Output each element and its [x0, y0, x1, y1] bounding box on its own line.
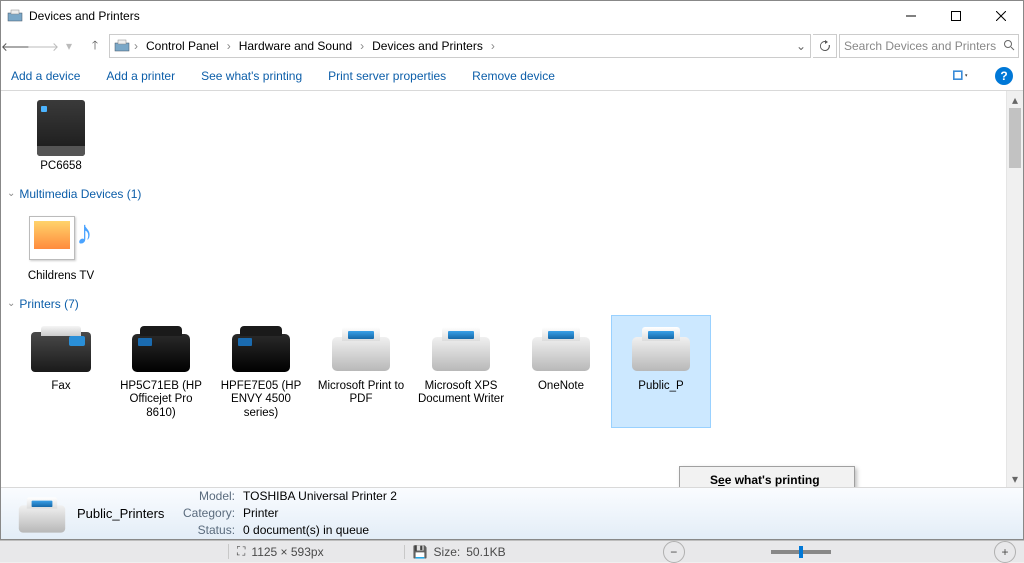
printer-icon: [632, 337, 690, 371]
media-device-icon: ♪: [29, 210, 93, 266]
printer-label: OneNote: [514, 380, 608, 394]
minimize-button[interactable]: [888, 1, 933, 31]
printer-item-fax[interactable]: Fax: [11, 315, 111, 428]
chevron-right-icon[interactable]: ›: [360, 39, 364, 53]
close-button[interactable]: [978, 1, 1023, 31]
printer-icon: [332, 337, 390, 371]
toolbar: Add a device Add a printer See what's pr…: [1, 61, 1023, 91]
up-button[interactable]: 🡑: [83, 34, 107, 58]
chevron-right-icon[interactable]: ›: [491, 39, 495, 53]
printer-icon: [432, 337, 490, 371]
printer-label: Fax: [14, 380, 108, 394]
chevron-right-icon[interactable]: ›: [134, 39, 138, 53]
details-name: Public_Printers: [77, 506, 167, 521]
breadcrumb-segment[interactable]: Control Panel: [142, 37, 223, 55]
scrollbar-thumb[interactable]: [1009, 108, 1021, 168]
details-table: Model:TOSHIBA Universal Printer 2 Catego…: [181, 487, 405, 540]
device-item[interactable]: PC6658: [11, 95, 111, 181]
printer-label: HPFE7E05 (HP ENVY 4500 series): [214, 380, 308, 421]
printer-item[interactable]: HPFE7E05 (HP ENVY 4500 series): [211, 315, 311, 428]
host-taskbar: ⛶1125 × 593px 💾Size: 50.1KB − +: [0, 540, 1024, 562]
details-model: TOSHIBA Universal Printer 2: [243, 489, 403, 504]
chevron-down-icon: ⌄: [7, 188, 15, 199]
see-whats-printing-button[interactable]: See what's printing: [201, 69, 302, 83]
window: Devices and Printers 🡐 🡒 ▾ 🡑 › Control P…: [0, 0, 1024, 540]
group-header-printers[interactable]: ⌄ Printers (7): [7, 297, 996, 311]
vertical-scrollbar[interactable]: ▴ ▾: [1006, 91, 1023, 487]
device-item[interactable]: ♪ Childrens TV: [11, 205, 111, 291]
printer-icon: [132, 334, 190, 372]
printer-label: Microsoft XPS Document Writer: [414, 380, 508, 408]
chevron-down-icon: ⌄: [7, 298, 15, 309]
printer-item[interactable]: HP5C71EB (HP Officejet Pro 8610): [111, 315, 211, 428]
add-printer-button[interactable]: Add a printer: [106, 69, 175, 83]
printer-label: Public_P: [614, 380, 708, 394]
taskbar-dimensions: ⛶1125 × 593px: [228, 544, 324, 559]
zoom-in-button[interactable]: +: [994, 541, 1016, 563]
taskbar-size: 💾Size: 50.1KB: [404, 545, 506, 559]
help-button[interactable]: ?: [995, 67, 1013, 85]
printer-icon: [232, 334, 290, 372]
content-area: PC6658 ⌄ Multimedia Devices (1) ♪ Childr…: [1, 91, 1023, 487]
group-header-multimedia[interactable]: ⌄ Multimedia Devices (1): [7, 187, 996, 201]
breadcrumb[interactable]: › Control Panel › Hardware and Sound › D…: [109, 34, 811, 58]
search-input[interactable]: [844, 39, 999, 53]
add-device-button[interactable]: Add a device: [11, 69, 80, 83]
computer-icon: [37, 100, 85, 156]
search-icon[interactable]: [1003, 39, 1015, 54]
details-status: 0 document(s) in queue: [243, 523, 403, 538]
context-menu: See what's printing Set as default print…: [679, 466, 855, 487]
printer-item[interactable]: Microsoft XPS Document Writer: [411, 315, 511, 428]
recent-locations-button[interactable]: ▾: [57, 34, 81, 58]
printer-label: HP5C71EB (HP Officejet Pro 8610): [114, 380, 208, 421]
devices-printers-icon: [7, 8, 23, 24]
disk-icon: 💾: [413, 545, 428, 559]
printer-item[interactable]: Microsoft Print to PDF: [311, 315, 411, 428]
back-button[interactable]: 🡐: [5, 34, 29, 58]
details-pane: Public_Printers Model:TOSHIBA Universal …: [1, 487, 1023, 539]
search-box[interactable]: [839, 34, 1019, 58]
ctx-see-whats-printing[interactable]: See what's printing: [680, 469, 854, 487]
refresh-button[interactable]: [813, 34, 837, 58]
history-dropdown-icon[interactable]: ⌄: [796, 39, 806, 53]
fax-icon: [31, 332, 91, 372]
printer-item-selected[interactable]: Public_P: [611, 315, 711, 428]
zoom-out-button[interactable]: −: [663, 541, 685, 563]
forward-button[interactable]: 🡒: [31, 34, 55, 58]
breadcrumb-segment[interactable]: Hardware and Sound: [235, 37, 356, 55]
view-options-button[interactable]: [953, 68, 969, 84]
printer-item[interactable]: OneNote: [511, 315, 611, 428]
maximize-button[interactable]: [933, 1, 978, 31]
window-title: Devices and Printers: [29, 9, 888, 23]
device-label: Childrens TV: [14, 270, 108, 284]
printer-icon: [532, 337, 590, 371]
breadcrumb-segment[interactable]: Devices and Printers: [368, 37, 487, 55]
details-printer-icon: [13, 496, 63, 532]
print-server-properties-button[interactable]: Print server properties: [328, 69, 446, 83]
address-bar: 🡐 🡒 ▾ 🡑 › Control Panel › Hardware and S…: [1, 31, 1023, 61]
details-category: Printer: [243, 506, 403, 521]
title-bar: Devices and Printers: [1, 1, 1023, 31]
chevron-right-icon[interactable]: ›: [227, 39, 231, 53]
remove-device-button[interactable]: Remove device: [472, 69, 555, 83]
device-label: PC6658: [14, 160, 108, 174]
scroll-down-button[interactable]: ▾: [1007, 470, 1024, 487]
scroll-up-button[interactable]: ▴: [1007, 91, 1024, 108]
devices-printers-icon: [114, 38, 130, 54]
scrollbar-track[interactable]: [1007, 108, 1023, 470]
printer-label: Microsoft Print to PDF: [314, 380, 408, 408]
dimensions-icon: ⛶: [237, 544, 245, 559]
